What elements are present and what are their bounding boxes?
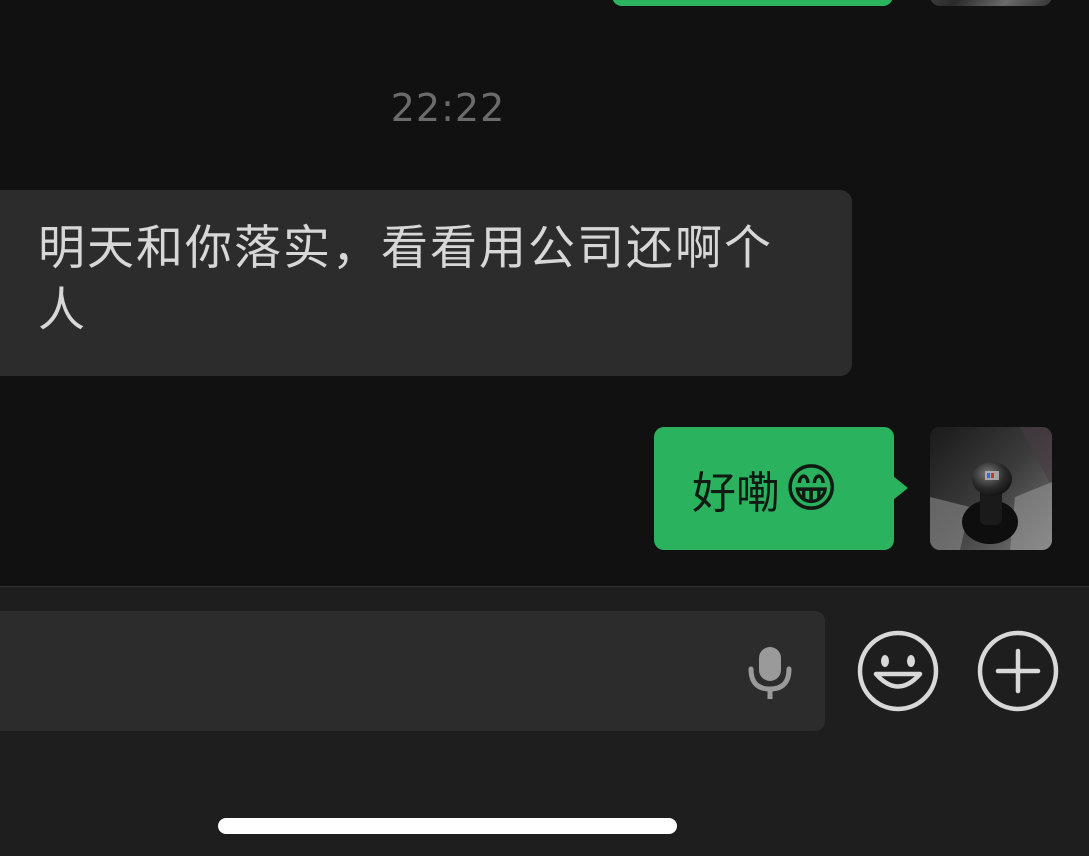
chat-screen: 22:22 明天和你落实，看看用公司还啊个 人 好嘞 😁 [0, 0, 1089, 856]
input-bar [0, 586, 1089, 856]
incoming-message-bubble[interactable]: 明天和你落实，看看用公司还啊个 人 [0, 190, 852, 376]
message-timestamp: 22:22 [390, 86, 506, 130]
grinning-emoji: 😁 [784, 458, 839, 519]
outgoing-bubble-tail [893, 476, 908, 500]
emoji-icon[interactable] [856, 629, 940, 713]
message-input[interactable] [0, 611, 825, 731]
plus-icon[interactable] [976, 629, 1060, 713]
outgoing-message-text: 好嘞 [692, 467, 780, 519]
avatar[interactable] [930, 427, 1052, 550]
home-indicator [218, 818, 677, 834]
microphone-icon[interactable] [744, 641, 798, 701]
previous-avatar[interactable] [930, 0, 1052, 6]
avatar-gear-shifter-photo [930, 427, 1052, 550]
outgoing-message-bubble[interactable]: 好嘞 😁 [654, 427, 894, 550]
incoming-message-line-1: 明天和你落实，看看用公司还啊个 [38, 221, 773, 276]
previous-outgoing-message-bubble[interactable] [612, 0, 893, 6]
incoming-message-line-2: 人 [38, 283, 87, 338]
